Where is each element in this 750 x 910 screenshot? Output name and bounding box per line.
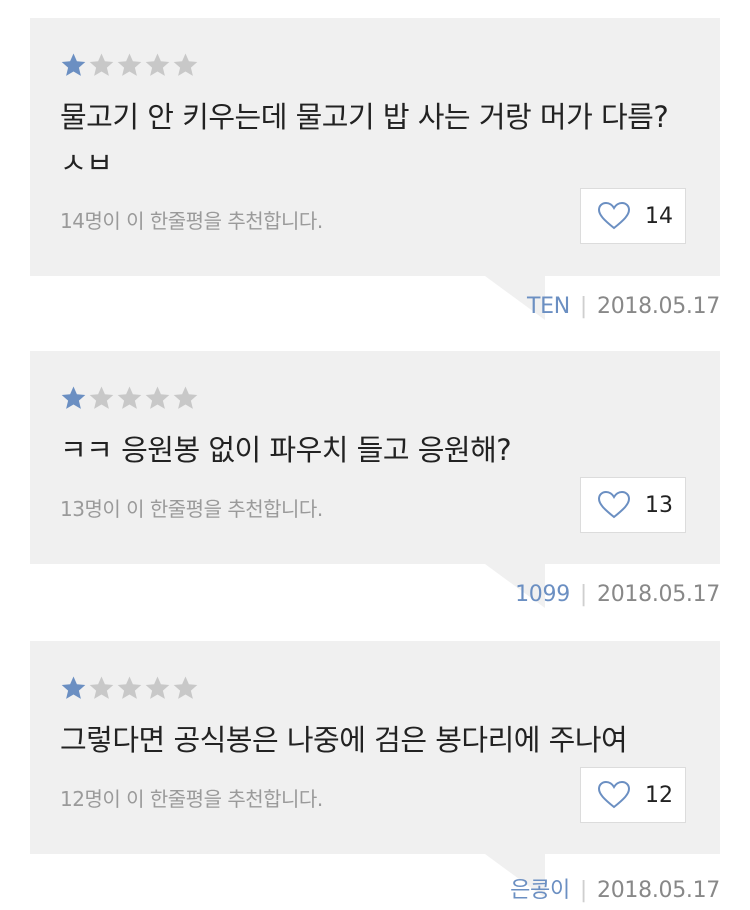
review-card: ㅋㅋ 응원봉 없이 파우치 들고 응원해? 13명이 이 한줄평을 추천합니다.… <box>30 351 720 608</box>
star-icon <box>60 385 87 411</box>
review-item: ㅋㅋ 응원봉 없이 파우치 들고 응원해? 13명이 이 한줄평을 추천합니다.… <box>0 351 750 608</box>
review-text: 물고기 안 키우는데 물고기 밥 사는 거랑 머가 다름? ㅅㅂ <box>60 100 669 180</box>
review-card: 그렇다면 공식봉은 나중에 검은 봉다리에 주나여 12명이 이 한줄평을 추천… <box>30 641 720 898</box>
star-icon <box>88 675 115 701</box>
like-count: 13 <box>645 492 673 518</box>
meta-separator: | <box>579 878 588 903</box>
review-text: ㅋㅋ 응원봉 없이 파우치 들고 응원해? <box>60 433 512 467</box>
star-icon <box>172 385 199 411</box>
review-date: 2018.05.17 <box>597 582 720 607</box>
recommend-count-text: 13명이 이 한줄평을 추천합니다. <box>60 497 323 521</box>
like-count: 14 <box>645 203 673 229</box>
review-list: 물고기 안 키우는데 물고기 밥 사는 거랑 머가 다름? ㅅㅂ 14명이 이 … <box>0 0 750 910</box>
meta-separator: | <box>579 294 588 319</box>
star-icon <box>116 385 143 411</box>
author-name[interactable]: TEN <box>527 294 570 319</box>
star-icon <box>144 675 171 701</box>
like-button[interactable]: 14 <box>580 188 686 244</box>
recommend-count-text: 14명이 이 한줄평을 추천합니다. <box>60 209 323 233</box>
like-button[interactable]: 12 <box>580 767 686 823</box>
star-icon <box>116 52 143 78</box>
heart-icon <box>597 490 631 520</box>
review-meta: TEN | 2018.05.17 <box>300 294 720 319</box>
author-name[interactable]: 은콩이 <box>510 878 570 903</box>
star-icon <box>60 52 87 78</box>
like-button[interactable]: 13 <box>580 477 686 533</box>
author-name[interactable]: 1099 <box>515 582 570 607</box>
review-item: 그렇다면 공식봉은 나중에 검은 봉다리에 주나여 12명이 이 한줄평을 추천… <box>0 641 750 903</box>
review-card: 물고기 안 키우는데 물고기 밥 사는 거랑 머가 다름? ㅅㅂ 14명이 이 … <box>30 18 720 320</box>
review-date: 2018.05.17 <box>597 878 720 903</box>
star-icon <box>172 52 199 78</box>
star-icon <box>172 675 199 701</box>
star-icon <box>88 52 115 78</box>
review-meta: 은콩이 | 2018.05.17 <box>300 872 720 904</box>
star-icon <box>144 385 171 411</box>
review-date: 2018.05.17 <box>597 294 720 319</box>
star-rating <box>60 52 200 78</box>
star-rating <box>60 385 200 411</box>
star-icon <box>60 675 87 701</box>
recommend-count-text: 12명이 이 한줄평을 추천합니다. <box>60 787 323 811</box>
meta-separator: | <box>579 582 588 607</box>
star-icon <box>144 52 171 78</box>
star-icon <box>116 675 143 701</box>
star-rating <box>60 675 200 701</box>
review-text: 그렇다면 공식봉은 나중에 검은 봉다리에 주나여 <box>60 723 628 757</box>
review-item: 물고기 안 키우는데 물고기 밥 사는 거랑 머가 다름? ㅅㅂ 14명이 이 … <box>0 18 750 320</box>
heart-icon <box>597 780 631 810</box>
star-icon <box>88 385 115 411</box>
like-count: 12 <box>645 782 673 808</box>
heart-icon <box>597 201 631 231</box>
review-meta: 1099 | 2018.05.17 <box>300 582 720 607</box>
